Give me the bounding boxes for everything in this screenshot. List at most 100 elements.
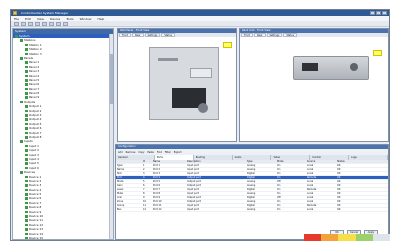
copy-button[interactable]: Copy [138, 151, 144, 154]
menu-help[interactable]: Help [97, 17, 104, 21]
table-cell: Port 3 [153, 172, 161, 175]
column-header[interactable]: Type [246, 160, 276, 163]
new-icon[interactable] [14, 21, 19, 26]
device-icon [25, 206, 28, 209]
config-grid-window: Configuration Add Remove Copy Paste Find… [115, 144, 389, 240]
table-cell: 8 [143, 192, 145, 195]
table-cell: Input port [187, 204, 199, 207]
panel-display [190, 68, 212, 78]
row-label-header [116, 160, 142, 163]
table-cell: Port 6 [153, 184, 161, 187]
remove-button[interactable]: Remove [126, 151, 136, 154]
menu-view[interactable]: View [37, 17, 44, 21]
device-icon [25, 193, 28, 196]
table-cell: On [277, 164, 281, 167]
device-icon [25, 232, 28, 236]
close-button[interactable] [382, 11, 387, 15]
table-cell: 6 [143, 184, 145, 187]
refresh-icon[interactable] [56, 21, 61, 26]
menu-file[interactable]: File [14, 17, 19, 21]
export-button[interactable]: Export [174, 151, 182, 154]
tab-status[interactable]: Status [161, 33, 175, 37]
column-header[interactable]: Status [336, 160, 366, 163]
device-icon [25, 87, 28, 91]
row-label: Mode [117, 180, 124, 183]
table-cell: 4 [143, 176, 145, 179]
table-cell: Port 9 [153, 196, 161, 199]
tree-scrollbar[interactable] [109, 34, 113, 239]
maximize-button[interactable] [376, 11, 381, 15]
cut-icon[interactable] [35, 21, 40, 26]
row-label: Gain [117, 184, 123, 187]
table-cell: On [277, 172, 281, 175]
table-cell: 9 [143, 196, 145, 199]
tab-settings[interactable]: Settings [144, 33, 161, 37]
tree-item-label: Devices [24, 170, 36, 175]
tab-settings[interactable]: Settings [266, 33, 283, 37]
tab-status[interactable]: Status [283, 33, 297, 37]
tree-item-label: Outputs [24, 99, 36, 104]
tree-scroll-thumb[interactable] [110, 54, 113, 104]
table-cell: On [277, 200, 281, 203]
menu-window[interactable]: Window [80, 17, 92, 21]
table-cell: 2 [143, 168, 145, 171]
table-cell: Port 7 [153, 188, 161, 191]
table-cell: Local [307, 164, 314, 167]
tab-front[interactable]: Front [241, 33, 254, 37]
table-cell: Local [307, 184, 314, 187]
table-cell: Analog [247, 180, 256, 183]
table-cell: Port 1 [153, 164, 161, 167]
menu-device[interactable]: Device [50, 17, 60, 21]
column-header[interactable]: # [142, 160, 152, 163]
copy-icon[interactable] [42, 21, 47, 26]
tab-front[interactable]: Front [119, 33, 132, 37]
settings-icon[interactable] [63, 21, 68, 26]
save-icon[interactable] [28, 21, 33, 26]
tab-rear[interactable]: Rear [132, 33, 144, 37]
tree-item-label: Device 3 [29, 183, 42, 188]
device-icon [25, 149, 28, 152]
folder-icon [15, 35, 18, 38]
column-header[interactable]: Mode [276, 160, 306, 163]
table-cell: Off [277, 196, 281, 199]
tree-item-label: Device 4 [29, 187, 42, 192]
column-header[interactable]: Description [186, 160, 246, 163]
folder-icon [20, 39, 23, 42]
table-cell: Off [277, 180, 281, 183]
table-row[interactable]: Bus 12 Port 12 Input port Analog On Local OK [116, 208, 388, 212]
folder-icon [20, 171, 23, 174]
system-tree: System System Stations Station 1 Station 2S… [12, 28, 114, 240]
table-cell: OK [337, 188, 341, 191]
rack-unit-image[interactable] [293, 56, 369, 80]
menu-tools[interactable]: Tools [66, 17, 73, 21]
tree-item-label: Panel 8 [29, 91, 40, 96]
menu-edit[interactable]: Edit [25, 17, 31, 21]
table-cell: On [277, 188, 281, 191]
column-header[interactable]: Source [306, 160, 336, 163]
tree-item-label: Panel 5 [29, 77, 40, 82]
column-header[interactable]: Name [152, 160, 186, 163]
tree-list: System Stations Station 1 Station 2 Station … [13, 34, 113, 239]
device-icon [25, 109, 28, 113]
add-button[interactable]: Add [118, 151, 123, 154]
minimize-button[interactable] [370, 11, 375, 15]
table-cell: Output port [187, 200, 201, 203]
tree-item-label: Panel 4 [29, 73, 40, 78]
wall-panel-image[interactable] [149, 47, 219, 120]
tab-rear[interactable]: Rear [254, 33, 266, 37]
device-icon [25, 166, 28, 170]
table-cell: Remote [307, 204, 317, 207]
tree-item-label: Panel 1 [29, 60, 40, 65]
table-cell: Output port [187, 184, 201, 187]
paste-icon[interactable] [49, 21, 54, 26]
table-cell: On [277, 208, 281, 211]
open-icon[interactable] [21, 21, 26, 26]
tree-item-label: Device 9 [29, 209, 42, 214]
paste-button[interactable]: Paste [147, 151, 153, 154]
table-cell: Local [307, 196, 314, 199]
tree-item[interactable]: Device 15 [13, 236, 113, 239]
device-right-tabs: Front Rear Settings Status [240, 33, 388, 37]
filter-button[interactable]: Filter [165, 151, 171, 154]
find-button[interactable]: Find [157, 151, 162, 154]
device-icon [25, 96, 28, 100]
